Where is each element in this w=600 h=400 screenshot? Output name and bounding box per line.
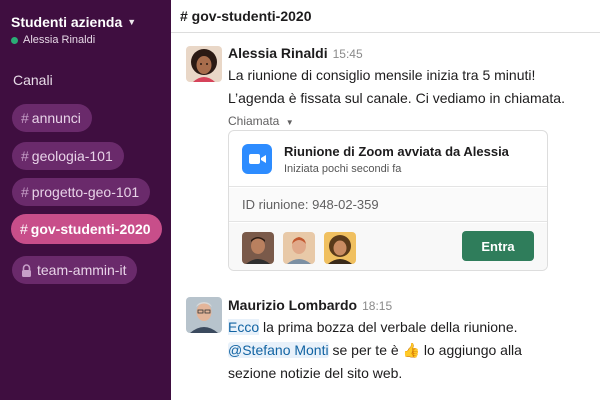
author-name[interactable]: Alessia Rinaldi: [228, 45, 328, 61]
sidebar: Studenti azienda ▼ Alessia Rinaldi Canal…: [0, 0, 171, 400]
sidebar-channel-geologia-101[interactable]: # geologia-101: [12, 142, 124, 170]
message-header: Alessia Rinaldi 15:45: [228, 45, 363, 61]
channel-title[interactable]: # gov-studenti-2020: [180, 8, 311, 24]
presence-active-icon: [11, 36, 18, 44]
message-time[interactable]: 18:15: [362, 299, 392, 313]
sidebar-channel-team-ammin-it[interactable]: team-ammin-it: [12, 256, 138, 284]
message-body: La riunione di consiglio mensile inizia …: [228, 64, 598, 110]
sidebar-channel-annunci[interactable]: # annunci: [12, 104, 92, 132]
workspace-header[interactable]: Studenti azienda ▼ Alessia Rinaldi: [11, 14, 136, 46]
join-call-button[interactable]: Entra: [462, 231, 534, 261]
channel-label: progetto-geo-101: [31, 184, 140, 200]
sidebar-channel-gov-studenti-2020[interactable]: # gov-studenti-2020: [11, 214, 162, 244]
message-time[interactable]: 15:45: [333, 47, 363, 61]
message-line: La riunione di consiglio mensile inizia …: [228, 67, 536, 83]
meeting-id: ID riunione: 948-02-359: [242, 197, 379, 212]
sidebar-channel-progetto-geo-101[interactable]: # progetto-geo-101: [12, 178, 151, 206]
workspace-name-row[interactable]: Studenti azienda ▼: [11, 14, 136, 30]
author-name[interactable]: Maurizio Lombardo: [228, 297, 357, 313]
channel-label: geologia-101: [31, 148, 113, 164]
message-text: se per te è: [328, 342, 403, 358]
message-line: sezione notizie del sito web.: [228, 365, 403, 381]
call-participants-row: Entra: [229, 223, 547, 270]
message-line: Ecco la prima bozza del verbale della ri…: [228, 316, 598, 339]
message-link[interactable]: Ecco: [228, 319, 260, 335]
message-line: L’agenda è fissata sul canale. Ci vediam…: [228, 90, 565, 106]
hash-icon: #: [21, 148, 29, 164]
hash-icon: #: [21, 110, 29, 126]
call-title: Riunione di Zoom avviata da Alessia: [284, 144, 509, 159]
hash-icon: #: [20, 221, 28, 237]
current-user-name: Alessia Rinaldi: [23, 34, 96, 46]
call-subtitle: Iniziata pochi secondi fa: [284, 163, 402, 175]
chevron-down-icon: ▼: [127, 17, 137, 27]
zoom-call-card: Riunione di Zoom avviata da Alessia Iniz…: [228, 130, 548, 271]
user-mention[interactable]: @Stefano Monti: [228, 342, 329, 358]
message-line: @Stefano Monti se per te è 👍 lo aggiungo…: [228, 339, 598, 362]
channel-label: team-ammin-it: [37, 262, 127, 278]
thumbs-up-icon: 👍: [402, 342, 420, 358]
lock-icon: [21, 263, 32, 277]
message-text: la prima bozza del verbale della riunion…: [259, 319, 518, 335]
message-body: Ecco la prima bozza del verbale della ri…: [228, 316, 598, 385]
channel-label: annunci: [31, 110, 81, 126]
channel-view: # gov-studenti-2020 Alessia Rinaldi 15:45…: [171, 0, 600, 400]
message-text: lo aggiungo alla: [419, 342, 522, 358]
channels-section-title[interactable]: Canali: [13, 72, 53, 88]
meeting-id-row: ID riunione: 948-02-359: [229, 188, 547, 222]
workspace-name: Studenti azienda: [11, 14, 123, 30]
call-label[interactable]: Chiamata ▼: [228, 114, 294, 128]
channel-label: gov-studenti-2020: [30, 221, 151, 237]
participant-avatar[interactable]: [242, 232, 274, 264]
avatar-alessia[interactable]: [186, 46, 222, 82]
participant-avatar[interactable]: [324, 232, 356, 264]
caret-down-icon: ▼: [285, 118, 294, 127]
channel-header[interactable]: # gov-studenti-2020: [171, 0, 600, 33]
call-card-header: Riunione di Zoom avviata da Alessia Iniz…: [229, 131, 547, 187]
zoom-video-icon: [242, 144, 272, 174]
participant-avatar[interactable]: [283, 232, 315, 264]
avatar-maurizio[interactable]: [186, 297, 222, 333]
message-header: Maurizio Lombardo 18:15: [228, 297, 392, 313]
call-label-text: Chiamata: [228, 114, 280, 128]
current-user-row: Alessia Rinaldi: [11, 34, 136, 46]
hash-icon: #: [21, 184, 29, 200]
